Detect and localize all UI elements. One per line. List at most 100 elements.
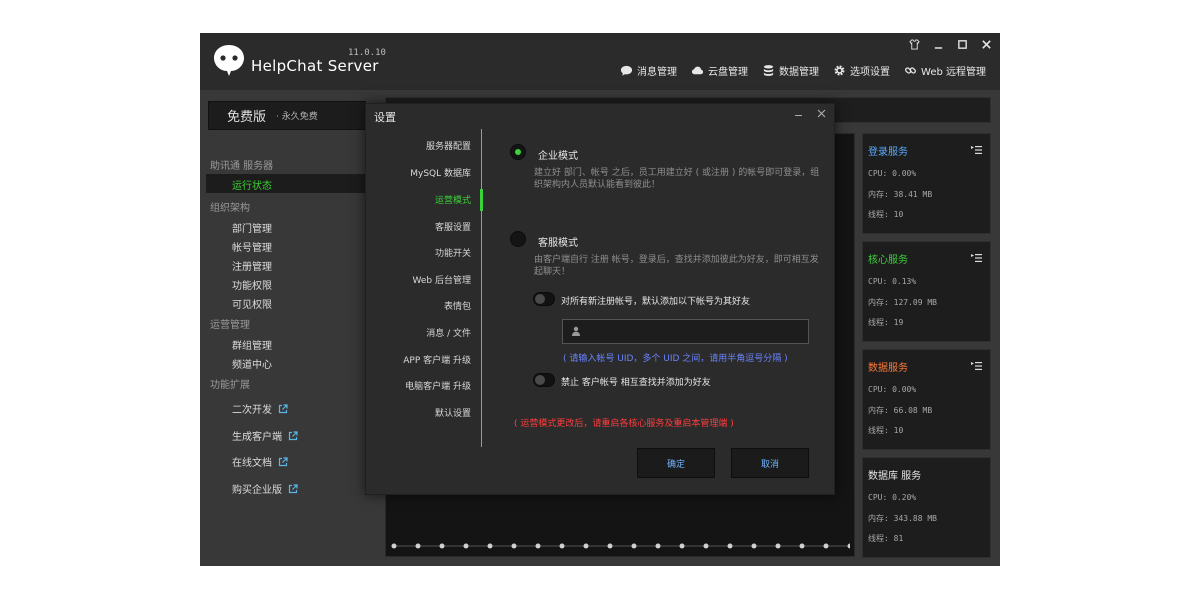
database-icon [763,65,774,76]
topnav-label: 选项设置 [850,67,891,78]
dialog-nav-web-admin[interactable]: Web 后台管理 [413,273,471,286]
chat-bubble-icon [620,65,633,76]
service-name: 核心服务 [868,255,908,266]
service-memory: 内存: 343.88 MB [868,514,937,523]
settings-dialog: 设置 服务器配置 MySQL 数据库 运营模式 客服设置 功能开关 Web 后台… [365,103,835,495]
dialog-nav-defaults[interactable]: 默认设置 [435,406,471,419]
dialog-close-icon[interactable] [817,109,826,118]
service-mode-description: 由客户端自行 注册 帐号，登录后，查找并添加彼此为好友，即可相互发起聊天！ [534,255,819,277]
cancel-button[interactable]: 取消 [731,448,809,478]
maximize-button[interactable] [956,37,968,51]
forbid-search-toggle[interactable] [533,373,555,387]
topnav-options-settings[interactable]: 选项设置 [833,63,890,78]
dialog-title: 设置 [374,111,396,124]
service-name: 数据库 服务 [868,471,922,482]
helpchat-logo-icon [214,45,244,76]
service-memory: 内存: 66.08 MB [868,406,933,415]
service-cpu: CPU: 0.00% [868,385,917,394]
active-nav-indicator [480,189,483,211]
service-cpu: CPU: 0.20% [868,493,917,502]
default-friends-toggle[interactable] [533,292,555,306]
dialog-controls [794,109,826,118]
edition-subtitle: · 永久免费 [276,112,318,122]
forbid-search-label: 禁止 客户帐号 相互查找并添加为好友 [561,378,711,388]
minimize-icon [934,46,942,49]
topnav-message-management[interactable]: 消息管理 [620,63,677,78]
uid-hint: ( 请输入帐号 UID，多个 UID 之间，请用半角逗号分隔 ) [563,354,788,364]
sidebar-item-generate-client[interactable]: 生成客户端 [232,428,298,443]
list-menu-icon[interactable] [971,145,982,155]
dialog-nav-mysql[interactable]: MySQL 数据库 [410,166,471,179]
uid-input[interactable] [562,319,809,344]
sidebar: 免费版 · 永久免费 助讯通 服务器 运行状态 组织架构 部门管理 帐号管理 注… [200,90,372,566]
window-controls [908,37,992,51]
shirt-icon [908,38,920,50]
sidebar-section-operations: 运营管理 [210,320,250,331]
sidebar-item-label: 生成客户端 [232,432,282,443]
service-mode-radio[interactable] [510,231,526,247]
dialog-nav-app-upgrade[interactable]: APP 客户端 升级 [403,353,471,366]
sidebar-item-channels[interactable]: 频道中心 [232,356,272,371]
sidebar-section-organization: 组织架构 [210,203,250,214]
dialog-nav-server-config[interactable]: 服务器配置 [426,139,471,152]
dialog-nav-messages-files[interactable]: 消息 / 文件 [426,326,471,339]
dialog-nav-emoji-packs[interactable]: 表情包 [444,299,471,312]
service-name: 数据服务 [868,363,908,374]
topnav-label: Web 远程管理 [921,67,986,78]
dialog-nav-feature-switches[interactable]: 功能开关 [435,246,471,259]
dialog-nav-customer-service[interactable]: 客服设置 [435,220,471,233]
skin-button[interactable] [908,37,920,51]
link-icon [905,67,917,74]
service-panel-database: 数据库 服务 CPU: 0.20% 内存: 343.88 MB 线程: 81 [862,457,991,558]
topnav-label: 数据管理 [779,67,820,78]
sidebar-section-server: 助讯通 服务器 [210,161,274,172]
enterprise-mode-label: 企业模式 [538,151,578,162]
service-mode-label: 客服模式 [538,238,578,249]
sidebar-item-visibility-permissions[interactable]: 可见权限 [232,296,272,311]
sidebar-item-groups[interactable]: 群组管理 [232,337,272,352]
sidebar-item-online-docs[interactable]: 在线文档 [232,454,288,469]
topnav-data-management[interactable]: 数据管理 [762,63,819,78]
gear-icon [834,65,845,76]
topnav-web-remote-management[interactable]: Web 远程管理 [904,63,986,78]
ok-button[interactable]: 确定 [637,448,715,478]
app-name: HelpChat Server [251,57,379,75]
list-menu-icon[interactable] [971,253,982,263]
enterprise-mode-description: 建立好 部门、帐号 之后，员工用建立好 ( 或注册 ) 的帐号即可登录，组织架构… [534,168,820,190]
maximize-icon [957,39,967,49]
sidebar-item-label: 二次开发 [232,405,272,416]
service-threads: 线程: 10 [868,426,904,435]
sidebar-item-label: 运行状态 [232,181,272,192]
edition-badge: 免费版 · 永久免费 [208,101,366,130]
external-link-icon [278,403,288,413]
service-cpu: CPU: 0.00% [868,169,917,178]
edition-name: 免费版 [227,110,267,125]
close-button[interactable] [980,37,992,51]
dialog-divider [481,129,482,447]
service-memory: 内存: 127.09 MB [868,298,937,307]
sidebar-item-function-permissions[interactable]: 功能权限 [232,277,272,292]
service-panel-core: 核心服务 CPU: 0.13% 内存: 127.09 MB 线程: 19 [862,241,991,342]
sidebar-item-secondary-development[interactable]: 二次开发 [232,401,288,416]
dialog-minimize-icon[interactable] [794,109,803,118]
minimize-button[interactable] [932,37,944,51]
sidebar-item-accounts[interactable]: 帐号管理 [232,239,272,254]
list-menu-icon[interactable] [971,361,982,371]
user-icon [572,326,580,336]
service-cpu: CPU: 0.13% [868,277,917,286]
sidebar-item-run-status[interactable]: 运行状态 [206,174,366,193]
sidebar-item-buy-enterprise[interactable]: 购买企业版 [232,481,298,496]
dialog-nav-pc-upgrade[interactable]: 电脑客户端 升级 [405,379,471,392]
service-threads: 线程: 81 [868,534,904,543]
sidebar-item-department[interactable]: 部门管理 [232,220,272,235]
dialog-nav-operation-mode[interactable]: 运营模式 [435,193,471,206]
sidebar-item-label: 购买企业版 [232,485,282,496]
topnav-label: 消息管理 [637,67,678,78]
sidebar-item-label: 在线文档 [232,458,272,469]
service-memory: 内存: 38.41 MB [868,190,933,199]
sidebar-item-registration[interactable]: 注册管理 [232,258,272,273]
service-threads: 线程: 19 [868,318,904,327]
topnav-cloud-management[interactable]: 云盘管理 [691,63,748,78]
enterprise-mode-radio[interactable] [510,144,526,160]
topnav-label: 云盘管理 [708,67,749,78]
